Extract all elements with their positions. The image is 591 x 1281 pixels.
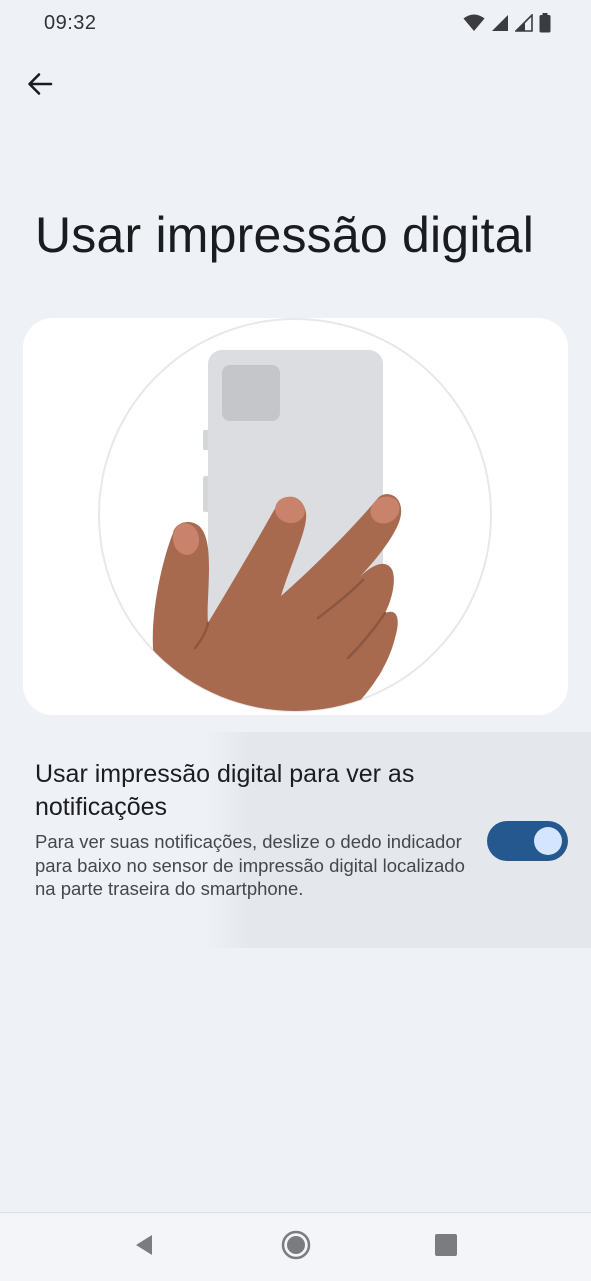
battery-icon	[539, 13, 551, 33]
wifi-icon	[463, 14, 485, 32]
nav-recents-icon	[435, 1233, 457, 1261]
fingerprint-notifications-setting[interactable]: Usar impressão digital para ver as notif…	[0, 732, 591, 948]
fingerprint-notifications-toggle[interactable]	[487, 821, 568, 861]
status-time: 09:32	[44, 12, 97, 34]
illustration-card	[23, 318, 568, 715]
page-title: Usar impressão digital	[35, 207, 535, 263]
signal-icon	[491, 14, 509, 32]
status-bar: 09:32	[0, 0, 591, 46]
nav-recents-button[interactable]	[426, 1227, 466, 1267]
nav-back-icon	[132, 1233, 156, 1262]
status-icons	[463, 12, 551, 34]
setting-description: Para ver suas notificações, deslize o de…	[35, 831, 465, 899]
nav-home-icon	[281, 1230, 311, 1265]
signal-weak-icon	[515, 14, 533, 32]
setting-title: Usar impressão digital para ver as notif…	[35, 760, 415, 821]
arrow-left-icon	[27, 71, 53, 102]
nav-home-button[interactable]	[276, 1227, 316, 1267]
hand-holding-phone-illustration	[98, 318, 492, 712]
toggle-thumb	[534, 827, 562, 855]
navigation-bar	[0, 1212, 591, 1281]
nav-back-button[interactable]	[124, 1227, 164, 1267]
back-button[interactable]	[18, 64, 62, 108]
